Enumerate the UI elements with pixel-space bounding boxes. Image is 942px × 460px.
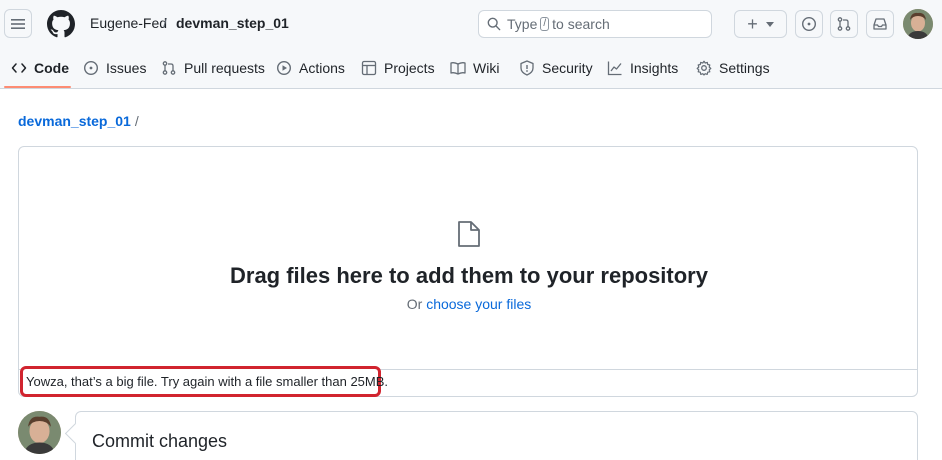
inbox-button[interactable] xyxy=(866,10,894,38)
dropzone-subtitle: Or choose your files xyxy=(19,296,919,312)
repo-header: Eugene-Fed / devman_step_01 Type / to se… xyxy=(0,0,942,89)
gear-icon xyxy=(696,60,712,76)
file-size-error-message: Yowza, that’s a big file. Try again with… xyxy=(20,366,388,397)
tab-wiki[interactable]: Wiki xyxy=(450,59,499,77)
hamburger-icon xyxy=(11,18,25,29)
file-dropzone[interactable]: Drag files here to add them to your repo… xyxy=(18,146,918,397)
tab-settings-label: Settings xyxy=(719,60,770,76)
commit-author-avatar xyxy=(18,411,61,454)
tab-actions-label: Actions xyxy=(299,60,345,76)
repo-link[interactable]: devman_step_01 xyxy=(176,15,289,31)
book-icon xyxy=(450,62,466,75)
issue-opened-icon xyxy=(83,60,99,76)
plus-icon: + xyxy=(747,14,758,34)
pull-requests-button[interactable] xyxy=(830,10,858,38)
git-pull-request-icon xyxy=(162,61,176,75)
tab-pull-requests-label: Pull requests xyxy=(184,60,265,76)
tab-code[interactable]: Code xyxy=(11,59,69,77)
repo-tabs: Code Issues Pull requests Actions Projec… xyxy=(0,48,942,88)
tab-insights-label: Insights xyxy=(630,60,679,76)
tab-security-label: Security xyxy=(542,60,593,76)
tab-wiki-label: Wiki xyxy=(473,60,500,76)
choose-files-link[interactable]: choose your files xyxy=(426,296,531,312)
issues-button[interactable] xyxy=(795,10,823,38)
commit-changes-panel: Commit changes xyxy=(75,411,918,460)
dropzone-title: Drag files here to add them to your repo… xyxy=(230,263,708,288)
tab-actions[interactable]: Actions xyxy=(276,59,345,77)
search-placeholder-before: Type xyxy=(507,16,538,32)
issue-opened-icon xyxy=(801,16,817,32)
tab-pull-requests[interactable]: Pull requests xyxy=(161,59,265,77)
commit-changes-title: Commit changes xyxy=(92,431,228,451)
tab-issues[interactable]: Issues xyxy=(83,59,146,77)
file-icon xyxy=(458,221,480,247)
tab-security[interactable]: Security xyxy=(519,59,593,77)
avatar-photo-icon xyxy=(903,9,933,39)
github-logo-icon[interactable] xyxy=(47,10,75,38)
create-new-button[interactable]: + xyxy=(734,10,787,38)
menu-button[interactable] xyxy=(4,9,32,38)
play-icon xyxy=(276,60,292,76)
tab-projects-label: Projects xyxy=(384,60,435,76)
breadcrumb-separator: / xyxy=(163,15,167,31)
inbox-icon xyxy=(873,18,887,30)
graph-icon xyxy=(607,61,622,76)
breadcrumb-repo-link[interactable]: devman_step_01 xyxy=(18,113,131,129)
dropzone-sub-prefix: Or xyxy=(406,296,423,312)
code-icon xyxy=(11,63,27,73)
user-avatar[interactable] xyxy=(903,9,933,39)
breadcrumb-slash: / xyxy=(134,113,139,129)
chevron-down-icon xyxy=(765,21,774,27)
search-placeholder-after: to search xyxy=(552,16,610,32)
tab-settings[interactable]: Settings xyxy=(696,59,770,77)
owner-link[interactable]: Eugene-Fed xyxy=(90,15,167,31)
shield-icon xyxy=(520,60,534,76)
active-tab-underline xyxy=(4,86,71,88)
search-icon xyxy=(487,17,501,31)
search-input[interactable]: Type / to search xyxy=(478,10,712,38)
tab-code-label: Code xyxy=(34,60,69,76)
breadcrumb: devman_step_01/ xyxy=(18,113,139,129)
top-bar: Eugene-Fed / devman_step_01 Type / to se… xyxy=(0,0,942,48)
tab-issues-label: Issues xyxy=(106,60,147,76)
search-shortcut-key: / xyxy=(540,17,550,31)
git-pull-request-icon xyxy=(837,17,851,31)
tab-insights[interactable]: Insights xyxy=(607,59,678,77)
avatar-photo-icon xyxy=(18,411,61,454)
table-icon xyxy=(361,60,377,76)
tab-projects[interactable]: Projects xyxy=(361,59,435,77)
